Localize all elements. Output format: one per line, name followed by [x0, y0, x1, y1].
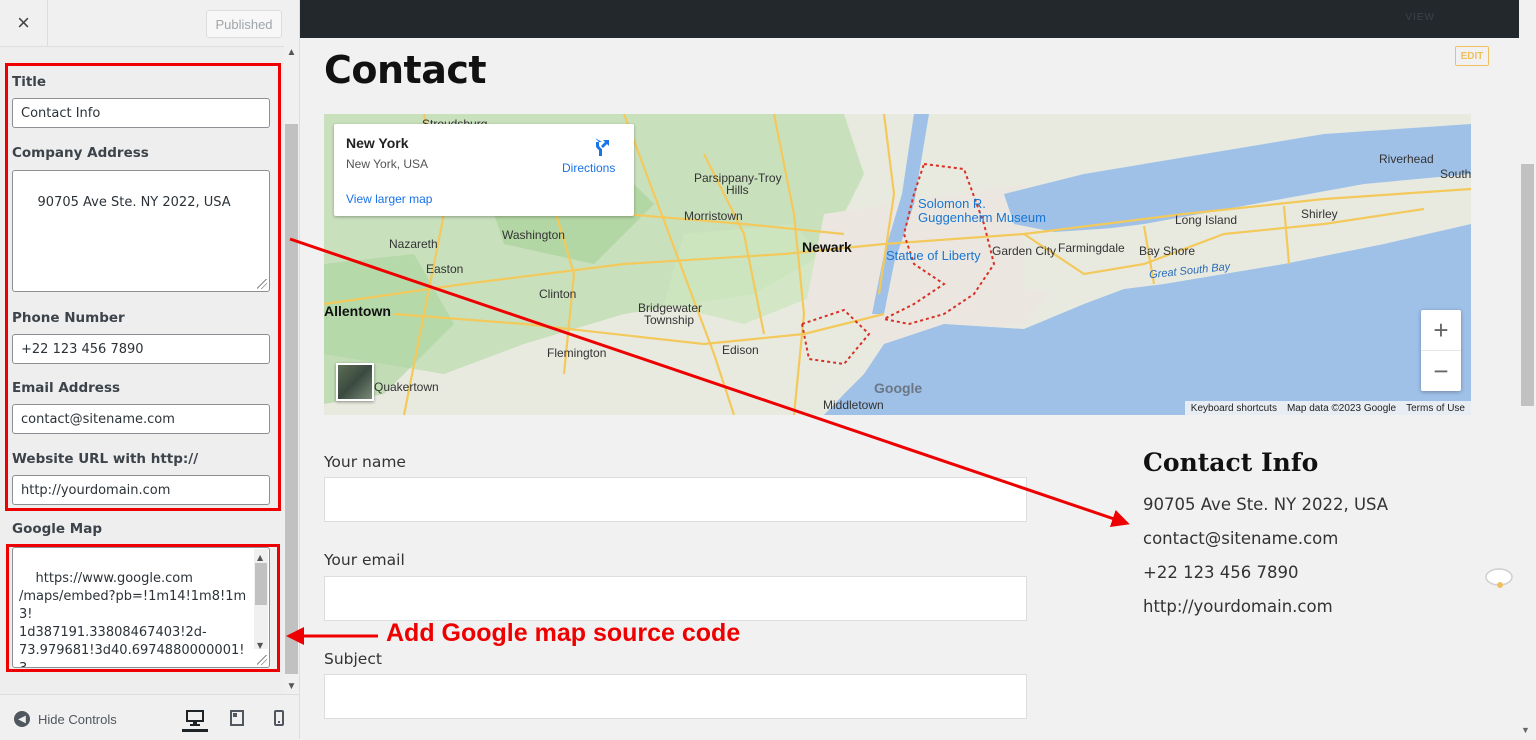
- map-zoom-controls: + −: [1421, 310, 1461, 391]
- widget-edit-icon[interactable]: [1484, 567, 1514, 589]
- view-larger-map-link[interactable]: View larger map: [346, 192, 432, 206]
- map-label-guggenheim-1[interactable]: Solomon R.: [918, 196, 986, 211]
- map-label-easton: Easton: [426, 262, 464, 276]
- tablet-preview-button[interactable]: [224, 707, 250, 729]
- contact-phone: +22 123 456 7890: [1143, 563, 1299, 582]
- map-label-newark: Newark: [802, 239, 852, 255]
- annotation-highlight-map: [6, 544, 280, 672]
- map-label-bay-shore: Bay Shore: [1139, 244, 1196, 258]
- scroll-down-arrow-icon[interactable]: ▼: [284, 680, 299, 694]
- map-label-long-island: Long Island: [1175, 213, 1238, 227]
- keyboard-shortcuts-link[interactable]: Keyboard shortcuts: [1191, 403, 1277, 414]
- hide-controls-button[interactable]: ◀ Hide Controls: [14, 711, 117, 727]
- map-label-garden-city: Garden City: [992, 244, 1057, 258]
- annotation-label: Add Google map source code: [386, 619, 741, 647]
- map-label-morristown: Morristown: [684, 209, 743, 223]
- close-icon: ×: [17, 10, 30, 35]
- contact-website[interactable]: http://yourdomain.com: [1143, 597, 1333, 616]
- map-data-attribution: Map data ©2023 Google: [1286, 402, 1397, 414]
- map-label-parsippany-2: Hills: [726, 183, 749, 197]
- map-label-bridgewater-2: Township: [644, 313, 695, 327]
- subject-label: Subject: [324, 650, 382, 668]
- map-label-quakertown: Quakertown: [374, 380, 439, 394]
- map-place-card: New York New York, USA View larger map D…: [334, 124, 634, 216]
- arrow-left-circle-icon: ◀: [14, 711, 30, 727]
- map-label-edison: Edison: [722, 343, 759, 357]
- map-label-farmingdale: Farmingdale: [1058, 241, 1125, 255]
- directions-link[interactable]: Directions: [562, 161, 615, 175]
- terms-of-use-link[interactable]: Terms of Use: [1406, 403, 1465, 414]
- your-name-label: Your name: [324, 453, 406, 471]
- map-label-shirley: Shirley: [1301, 207, 1338, 221]
- publish-button[interactable]: Published: [206, 10, 282, 38]
- contact-email[interactable]: contact@sitename.com: [1143, 529, 1338, 548]
- subject-input[interactable]: [324, 674, 1027, 719]
- annotation-highlight-fields: [5, 63, 281, 511]
- map-place-address: New York, USA: [346, 157, 429, 171]
- your-email-input[interactable]: [324, 576, 1027, 621]
- map-label-south: South: [1440, 167, 1471, 181]
- map-place-name: New York: [346, 135, 409, 151]
- directions-icon[interactable]: [589, 136, 611, 158]
- your-name-input[interactable]: [324, 477, 1027, 522]
- view-link[interactable]: VIEW: [1405, 12, 1435, 23]
- edit-shortcut-button[interactable]: EDIT: [1455, 46, 1489, 66]
- page-title: Contact: [324, 48, 487, 92]
- map-label-allentown: Allentown: [324, 303, 391, 319]
- mobile-preview-button[interactable]: [266, 707, 292, 729]
- tablet-icon: [230, 710, 244, 726]
- your-email-label: Your email: [324, 551, 405, 569]
- map-label-guggenheim-2[interactable]: Guggenheim Museum: [918, 210, 1046, 225]
- mobile-icon: [274, 710, 284, 726]
- map-footer: Keyboard shortcuts Map data ©2023 Google…: [1184, 401, 1471, 415]
- desktop-preview-button[interactable]: [182, 707, 208, 732]
- map-label-flemington: Flemington: [547, 346, 607, 360]
- sidebar-header: × Published: [0, 0, 299, 47]
- google-map-label: Google Map: [12, 521, 102, 537]
- scroll-up-arrow-icon[interactable]: ▲: [284, 46, 299, 60]
- map-label-riverhead: Riverhead: [1379, 152, 1434, 166]
- hide-controls-label: Hide Controls: [38, 711, 117, 727]
- zoom-in-button[interactable]: +: [1421, 310, 1461, 351]
- desktop-icon: [186, 710, 204, 726]
- preview-scroll-down-icon[interactable]: ▼: [1521, 725, 1530, 735]
- map-label-statue-of-liberty[interactable]: Statue of Liberty: [886, 248, 981, 263]
- map-label-washington: Washington: [502, 228, 565, 242]
- sidebar-footer: ◀ Hide Controls: [0, 694, 299, 740]
- close-button[interactable]: ×: [0, 0, 48, 46]
- contact-address: 90705 Ave Ste. NY 2022, USA: [1143, 495, 1389, 514]
- map-layer-toggle[interactable]: [336, 363, 374, 401]
- preview-scroll-thumb[interactable]: [1521, 164, 1534, 406]
- map-label-middletown: Middletown: [823, 398, 884, 412]
- customizer-sidebar: × Published ▲ ▼ Title Contact Info Compa…: [0, 0, 300, 740]
- contact-info-title: Contact Info: [1143, 448, 1319, 477]
- map-label-nazareth: Nazareth: [389, 237, 438, 251]
- map-label-clinton: Clinton: [539, 287, 577, 301]
- zoom-out-button[interactable]: −: [1421, 351, 1461, 391]
- google-map-embed[interactable]: Stroudsburg Newark Statue of Liberty Sol…: [324, 114, 1471, 415]
- preview-top-bar: VIEW: [300, 0, 1519, 38]
- sidebar-scroll-thumb[interactable]: [285, 124, 298, 674]
- google-logo: Google: [874, 380, 923, 396]
